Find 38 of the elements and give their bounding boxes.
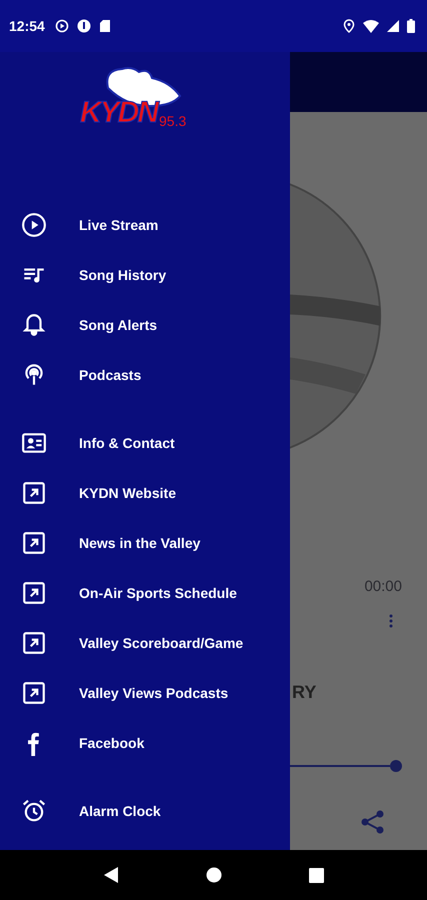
seek-thumb[interactable] [390, 760, 402, 772]
more-options-icon[interactable] [389, 614, 393, 628]
signal-icon [387, 20, 399, 32]
drawer-item[interactable]: Valley Views Podcasts [0, 668, 290, 718]
logo-frequency: 95.3 [159, 114, 186, 128]
drawer-item[interactable]: Facebook [0, 718, 290, 768]
external-link-icon [21, 630, 47, 656]
play-circle-icon [21, 212, 47, 238]
logo-text: KYDN [80, 98, 158, 128]
elapsed-time: 00:00 [364, 578, 402, 595]
app-notification-icon [76, 19, 91, 33]
battery-icon [407, 19, 415, 33]
share-icon[interactable] [360, 809, 386, 835]
drawer-item[interactable]: Live Stream [0, 200, 290, 250]
status-time: 12:54 [9, 18, 45, 34]
drawer-item[interactable]: Song History [0, 250, 290, 300]
bell-icon [21, 312, 47, 338]
drawer-item[interactable]: Info & Contact [0, 418, 290, 468]
external-link-icon [21, 580, 47, 606]
drawer-item[interactable]: Valley Scoreboard/Game [0, 618, 290, 668]
back-icon[interactable] [103, 866, 120, 884]
play-circle-icon [54, 19, 69, 33]
external-link-icon [21, 530, 47, 556]
location-icon [343, 19, 355, 33]
home-icon[interactable] [206, 867, 222, 883]
song-title: RY [292, 682, 316, 703]
drawer-item[interactable]: KYDN Website [0, 468, 290, 518]
external-link-icon [21, 480, 47, 506]
drawer-item[interactable]: Alarm Clock [0, 786, 290, 836]
drawer-item[interactable]: Podcasts [0, 350, 290, 400]
wifi-icon [363, 20, 379, 32]
drawer-item[interactable]: News in the Valley [0, 518, 290, 568]
sd-card-icon [98, 19, 111, 33]
alarm-clock-icon [21, 798, 47, 824]
drawer-item[interactable]: Song Alerts [0, 300, 290, 350]
external-link-icon [21, 680, 47, 706]
drawer-item[interactable]: On-Air Sports Schedule [0, 568, 290, 618]
recents-icon[interactable] [308, 868, 324, 882]
